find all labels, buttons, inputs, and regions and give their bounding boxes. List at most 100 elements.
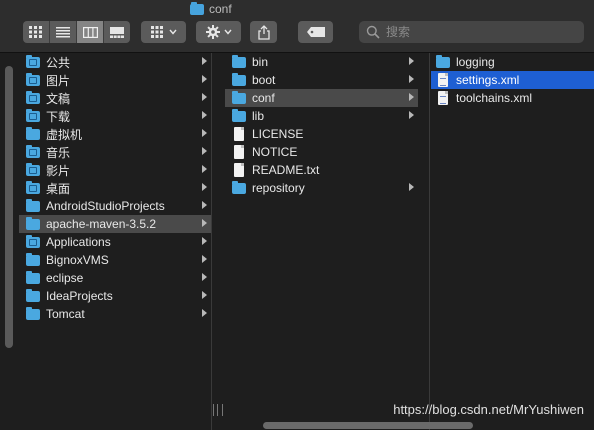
list-item[interactable]: eclipse bbox=[19, 269, 211, 287]
folder-icon bbox=[25, 253, 41, 267]
document-icon bbox=[231, 145, 247, 159]
view-mode-segmented-control bbox=[23, 21, 130, 43]
sidebar-column: 公共 图片文稿下载 虚拟机 音乐影片 桌面 AndroidStudioProjects ap… bbox=[19, 53, 211, 430]
list-item[interactable]: LICENSE bbox=[225, 125, 418, 143]
folder-icon bbox=[25, 271, 41, 285]
chevron-right-icon bbox=[202, 273, 207, 281]
list-item[interactable]: bin bbox=[225, 53, 418, 71]
xml-file-icon bbox=[435, 73, 451, 87]
folder-icon bbox=[25, 289, 41, 303]
list-item-label: Tomcat bbox=[46, 307, 85, 321]
list-item-label: conf bbox=[252, 91, 275, 105]
list-item[interactable]: logging bbox=[431, 53, 594, 71]
folder-icon bbox=[435, 55, 451, 69]
folder-icon bbox=[25, 307, 41, 321]
public-folder-icon bbox=[25, 55, 41, 69]
finder-toolbar: conf bbox=[0, 0, 594, 53]
column-resize-handle[interactable] bbox=[213, 404, 223, 416]
list-item-label: LICENSE bbox=[252, 127, 304, 141]
list-item[interactable]: 影片 bbox=[19, 161, 211, 179]
tag-icon bbox=[306, 27, 325, 37]
list-item[interactable]: apache-maven-3.5.2 bbox=[19, 215, 211, 233]
list-item-label: bin bbox=[252, 55, 269, 69]
desktop-folder-icon bbox=[25, 181, 41, 195]
list-item[interactable]: BignoxVMS bbox=[19, 251, 211, 269]
folder-icon bbox=[25, 127, 41, 141]
music-folder-icon bbox=[25, 145, 41, 159]
chevron-right-icon bbox=[202, 183, 207, 191]
list-item-label: toolchains.xml bbox=[456, 91, 533, 105]
chevron-right-icon bbox=[409, 183, 414, 191]
document-icon bbox=[231, 163, 247, 177]
folder-icon bbox=[231, 55, 247, 69]
list-item-label: 影片 bbox=[46, 163, 71, 178]
list-item[interactable]: 下载 bbox=[19, 107, 211, 125]
grid-icon bbox=[29, 26, 42, 38]
column-divider[interactable] bbox=[429, 53, 430, 430]
watermark-text: https://blog.csdn.net/MrYushiwen bbox=[393, 402, 584, 417]
downloads-folder-icon bbox=[25, 109, 41, 123]
folder-icon bbox=[231, 109, 247, 123]
window-title-text: conf bbox=[209, 2, 232, 16]
list-item[interactable]: 文稿 bbox=[19, 89, 211, 107]
list-item-label: Applications bbox=[46, 235, 111, 249]
list-item[interactable]: boot bbox=[225, 71, 418, 89]
list-item-label: 公共 bbox=[46, 55, 71, 70]
chevron-right-icon bbox=[202, 165, 207, 173]
chevron-right-icon bbox=[202, 237, 207, 245]
search-field[interactable] bbox=[359, 21, 584, 43]
chevron-right-icon bbox=[202, 291, 207, 299]
list-view-button[interactable] bbox=[50, 21, 77, 43]
vertical-scrollbar[interactable] bbox=[5, 66, 13, 348]
list-item-label: 下载 bbox=[46, 109, 71, 124]
chevron-right-icon bbox=[409, 93, 414, 101]
horizontal-scrollbar[interactable] bbox=[263, 422, 473, 429]
search-input[interactable] bbox=[384, 24, 568, 40]
share-button[interactable] bbox=[250, 21, 277, 43]
list-item-label: 文稿 bbox=[46, 91, 71, 106]
group-grid-icon bbox=[150, 26, 177, 38]
list-item[interactable]: 图片 bbox=[19, 71, 211, 89]
action-menu-button[interactable] bbox=[196, 21, 241, 43]
list-item[interactable]: README.txt bbox=[225, 161, 418, 179]
list-item-label: NOTICE bbox=[252, 145, 298, 159]
chevron-right-icon bbox=[409, 111, 414, 119]
list-item[interactable]: NOTICE bbox=[225, 143, 418, 161]
list-item[interactable]: IdeaProjects bbox=[19, 287, 211, 305]
list-item[interactable]: lib bbox=[225, 107, 418, 125]
icon-view-button[interactable] bbox=[23, 21, 50, 43]
list-item[interactable]: 音乐 bbox=[19, 143, 211, 161]
list-item-label: repository bbox=[252, 181, 305, 195]
gallery-view-button[interactable] bbox=[104, 21, 130, 43]
list-item-label: settings.xml bbox=[456, 73, 520, 87]
chevron-right-icon bbox=[409, 57, 414, 65]
list-item-label: BignoxVMS bbox=[46, 253, 109, 267]
list-item[interactable]: Tomcat bbox=[19, 305, 211, 323]
group-by-button[interactable] bbox=[141, 21, 186, 43]
column-view-button[interactable] bbox=[77, 21, 104, 43]
list-item[interactable]: settings.xml bbox=[431, 71, 594, 89]
chevron-right-icon bbox=[409, 75, 414, 83]
list-item[interactable]: 虚拟机 bbox=[19, 125, 211, 143]
chevron-right-icon bbox=[202, 111, 207, 119]
columns-icon bbox=[82, 26, 98, 38]
list-item[interactable]: 桌面 bbox=[19, 179, 211, 197]
search-icon bbox=[366, 25, 380, 39]
chevron-right-icon bbox=[202, 255, 207, 263]
list-item-label: apache-maven-3.5.2 bbox=[46, 217, 157, 231]
list-item[interactable]: toolchains.xml bbox=[431, 89, 594, 107]
share-icon bbox=[257, 24, 270, 40]
chevron-right-icon bbox=[202, 219, 207, 227]
apache-maven-column: bin boot conf lib LICENSE NOTICE README.txt rep… bbox=[225, 53, 418, 430]
chevron-right-icon bbox=[202, 201, 207, 209]
folder-icon bbox=[25, 199, 41, 213]
list-item[interactable]: Applications bbox=[19, 233, 211, 251]
list-item[interactable]: repository bbox=[225, 179, 418, 197]
chevron-right-icon bbox=[202, 93, 207, 101]
folder-icon bbox=[25, 217, 41, 231]
list-item[interactable]: conf bbox=[225, 89, 418, 107]
list-item[interactable]: AndroidStudioProjects bbox=[19, 197, 211, 215]
column-divider[interactable] bbox=[211, 53, 212, 430]
tags-button[interactable] bbox=[298, 21, 333, 43]
list-item[interactable]: 公共 bbox=[19, 53, 211, 71]
